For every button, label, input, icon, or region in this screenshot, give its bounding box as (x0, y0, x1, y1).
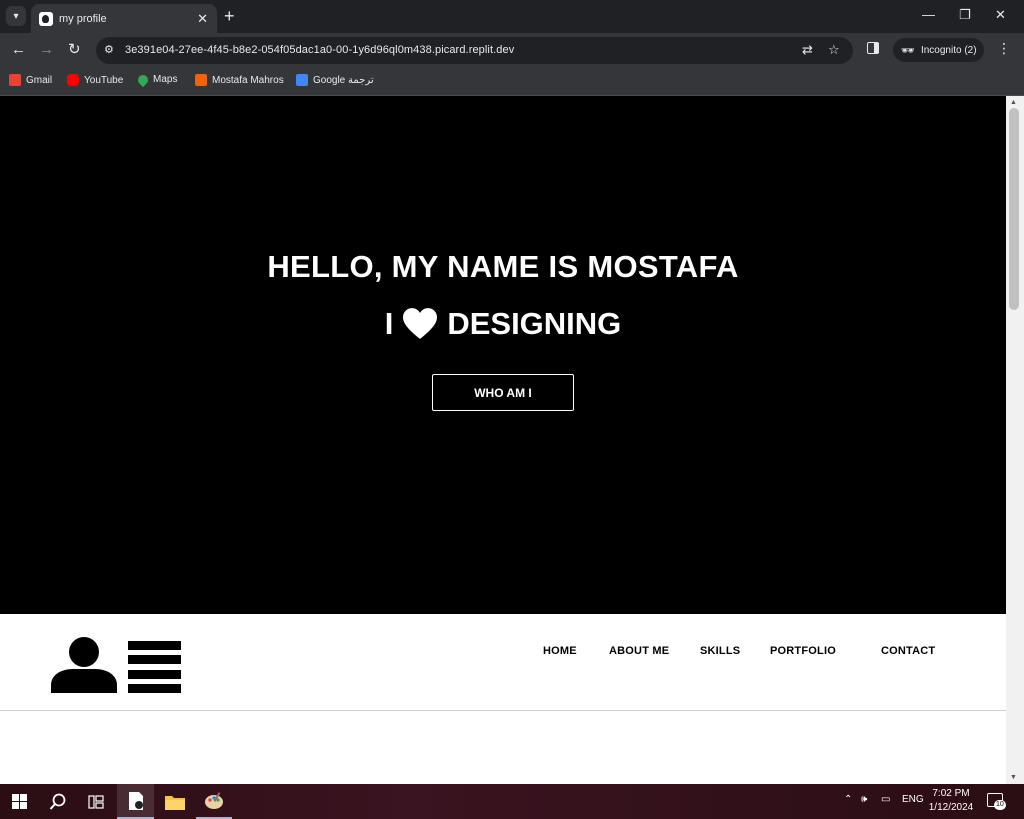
hero-heading: HELLO, MY NAME IS MOSTAFA (267, 249, 739, 284)
user-icon (51, 637, 117, 693)
clock-date: 1/12/2024 (928, 802, 974, 813)
search-icon[interactable] (40, 784, 76, 819)
taskbar-chrome-app[interactable] (117, 784, 154, 819)
clock-time: 7:02 PM (932, 788, 970, 799)
windows-taskbar: ⌃ 🕪 ▭ ENG 7:02 PM 1/12/2024 10 (0, 784, 1024, 819)
url-text[interactable]: 3e391e04-27ee-4f45-b8e2-054f05dac1a0-00-… (125, 44, 514, 56)
browser-tab-bar: ▾ my profile ✕ + — ❐ ✕ (0, 0, 1024, 33)
network-icon[interactable]: ▭ (881, 794, 890, 805)
minimize-icon[interactable]: — (922, 7, 935, 22)
bookmark-google-translate[interactable]: Google ترجمة (296, 74, 374, 86)
youtube-icon (67, 74, 79, 86)
taskbar-clock[interactable]: 7:02 PM 1/12/2024 (925, 787, 977, 815)
incognito-icon: 🕶 (901, 44, 915, 57)
who-am-i-button[interactable]: WHO AM I (432, 374, 574, 411)
side-panel-icon[interactable] (867, 42, 879, 54)
menu-bars-icon[interactable] (128, 641, 181, 693)
incognito-label: Incognito (2) (920, 44, 977, 56)
tagline-suffix: DESIGNING (447, 306, 622, 341)
taskbar-file-explorer[interactable] (157, 784, 193, 819)
notification-count-badge: 10 (994, 800, 1006, 810)
bookmarks-bar: Gmail YouTube Maps Mostafa Mahros Google… (0, 67, 1024, 96)
browser-tab[interactable]: my profile ✕ (31, 4, 217, 33)
language-indicator[interactable]: ENG (902, 794, 924, 805)
tagline-prefix: I (384, 306, 394, 341)
browser-menu-icon[interactable]: ⋮ (997, 41, 1011, 55)
bookmark-mostafa-mahros[interactable]: Mostafa Mahros (195, 74, 284, 86)
tab-close-icon[interactable]: ✕ (197, 11, 208, 27)
tab-search-icon[interactable]: ▾ (6, 6, 26, 26)
nav-link-portfolio[interactable]: PORTFOLIO (770, 645, 836, 657)
incognito-indicator[interactable]: 🕶 Incognito (2) (893, 38, 984, 62)
heart-icon (403, 308, 438, 339)
scroll-up-icon[interactable]: ▲ (1010, 99, 1017, 106)
new-tab-icon[interactable]: + (224, 6, 235, 26)
tray-overflow-icon[interactable]: ⌃ (844, 794, 852, 805)
page-scrollbar[interactable]: ▲ ▼ (1006, 96, 1024, 784)
maps-icon (135, 72, 151, 87)
bookmark-gmail[interactable]: Gmail (9, 74, 52, 86)
nav-link-home[interactable]: HOME (543, 645, 577, 657)
folder-icon (165, 795, 185, 810)
scroll-down-icon[interactable]: ▼ (1010, 774, 1017, 781)
start-button[interactable] (0, 784, 38, 819)
windows-logo-icon (11, 794, 27, 809)
bookmark-youtube[interactable]: YouTube (67, 74, 123, 86)
reload-icon[interactable]: ↻ (68, 41, 81, 58)
bookmark-star-icon[interactable]: ☆ (828, 42, 840, 58)
translate-icon (296, 74, 308, 86)
nav-link-about-me[interactable]: ABOUT ME (609, 645, 669, 657)
restore-icon[interactable]: ❐ (959, 7, 971, 23)
hero-tagline: I DESIGNING (0, 306, 1006, 342)
tab-title: my profile (59, 12, 107, 25)
site-info-icon[interactable]: ⚙ (104, 43, 114, 56)
scrollbar-thumb[interactable] (1009, 108, 1019, 310)
translate-page-icon[interactable]: ⇄ (802, 42, 813, 58)
close-window-icon[interactable]: ✕ (995, 7, 1006, 23)
replit-icon (195, 74, 207, 86)
bookmark-maps[interactable]: Maps (135, 72, 177, 87)
site-navbar: HOME ABOUT ME SKILLS PORTFOLIO CONTACT (0, 614, 1006, 711)
gmail-icon (9, 74, 21, 86)
volume-icon[interactable]: 🕪 (861, 794, 867, 805)
address-bar[interactable]: ⚙ 3e391e04-27ee-4f45-b8e2-054f05dac1a0-0… (96, 37, 853, 64)
page-viewport: HELLO, MY NAME IS MOSTAFA I DESIGNING WH… (0, 96, 1006, 784)
taskbar-paint-app[interactable] (196, 784, 232, 819)
hero-section: HELLO, MY NAME IS MOSTAFA I DESIGNING WH… (0, 96, 1006, 614)
back-icon[interactable]: ← (11, 41, 26, 58)
task-view-icon[interactable] (78, 784, 114, 819)
tab-favicon-icon (39, 11, 53, 26)
nav-link-contact[interactable]: CONTACT (881, 645, 935, 657)
paint-palette-icon (205, 791, 223, 809)
forward-icon[interactable]: → (39, 41, 54, 58)
browser-app-icon (128, 791, 143, 810)
nav-link-skills[interactable]: SKILLS (700, 645, 740, 657)
